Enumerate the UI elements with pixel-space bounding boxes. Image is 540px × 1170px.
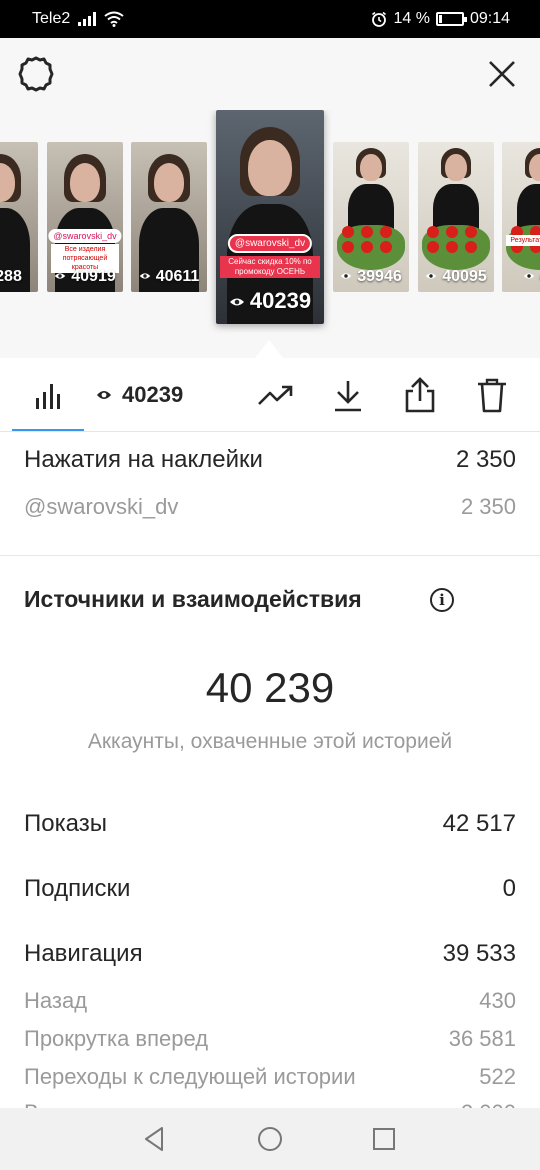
navigation-item-value: 430: [479, 988, 516, 1013]
story-view-count: 40095: [418, 268, 494, 286]
active-tab-indicator: [12, 429, 84, 431]
navigation-item-row: Прокрутка вперед 36 581: [24, 1026, 516, 1052]
views-count: 40239: [122, 382, 184, 407]
story-view-count: 40: [502, 268, 540, 286]
signal-icon: [78, 12, 97, 26]
circle-home-icon: [258, 1127, 282, 1151]
story-thumbnail[interactable]: Результаты целую 40: [502, 142, 540, 292]
back-button[interactable]: [134, 1122, 174, 1156]
follows-value: 0: [502, 875, 516, 902]
battery-percent: 14 %: [393, 10, 430, 27]
impressions-row: Показы 42 517: [24, 810, 516, 838]
status-bar: Tele2 14 % 09:14: [0, 0, 540, 38]
tab-views[interactable]: 40239: [96, 382, 183, 408]
reach-value: 40 239: [205, 664, 335, 711]
story-view-count: 39946: [333, 268, 409, 286]
story-thumbnail[interactable]: @swarovski_dv Все изделия потрясающей кра…: [47, 142, 123, 292]
battery-icon: [435, 12, 467, 26]
tab-bar: 40239: [0, 358, 540, 432]
story-thumbnail[interactable]: 40611: [131, 142, 207, 292]
close-button[interactable]: [482, 54, 522, 94]
close-icon: [489, 61, 515, 87]
navigation-item-row: Назад 430: [24, 988, 516, 1014]
story-view-count: 288: [0, 268, 38, 286]
section-title-sources: Источники и взаимодействия: [24, 586, 362, 612]
share-button[interactable]: [398, 372, 442, 418]
bar-chart-icon: [36, 384, 60, 409]
story-view-count-value: 40919: [71, 268, 116, 285]
square-recents-icon: [373, 1128, 395, 1150]
story-view-count: 40611: [131, 268, 207, 286]
sticker-taps-label: Нажатия на наклейки: [24, 446, 263, 473]
story-thumbnail[interactable]: 39946: [333, 142, 409, 292]
section-divider: [0, 555, 540, 556]
navigation-label: Навигация: [24, 940, 143, 967]
story-view-count: 40239: [216, 288, 324, 314]
follows-row: Подписки 0: [24, 875, 516, 903]
follows-label: Подписки: [24, 875, 131, 902]
story-strip[interactable]: 288 @swarovski_dvВсе изделия потрясающей …: [0, 110, 540, 358]
sticker-taps-row: Нажатия на наклейки 2 350: [24, 446, 516, 474]
story-view-count-value: 40611: [155, 268, 200, 285]
sticker-item-label: @swarovski_dv: [24, 494, 179, 519]
navigation-row: Навигация 39 533: [24, 940, 516, 968]
sticker-taps-value: 2 350: [455, 446, 516, 473]
wifi-icon: [104, 11, 124, 27]
impressions-label: Показы: [24, 810, 107, 837]
story-view-count: 40919: [47, 268, 123, 286]
tab-insights[interactable]: [26, 376, 70, 416]
settings-button[interactable]: [14, 52, 58, 96]
story-view-count-value: 40095: [442, 268, 487, 285]
story-view-count-value: 40239: [249, 288, 312, 313]
sticker-item-row[interactable]: @swarovski_dv 2 350: [24, 494, 516, 520]
clock: 09:14: [469, 10, 510, 27]
carrier-name: Tele2: [32, 10, 71, 27]
story-text-caption: Результаты целую: [506, 235, 540, 246]
navigation-value: 39 533: [442, 940, 516, 967]
story-view-count-value: 39946: [357, 268, 402, 285]
eye-icon: [139, 273, 150, 279]
triangle-back-icon: [145, 1127, 163, 1151]
delete-button[interactable]: [470, 372, 514, 418]
alarm-icon: [372, 11, 387, 27]
system-nav-bar: [0, 1108, 540, 1170]
eye-icon: [229, 298, 244, 306]
trending-up-icon: [258, 385, 293, 405]
story-thumbnail-selected[interactable]: @swarovski_dv Сейчас скидка 10% по промок…: [216, 110, 324, 324]
story-thumbnail[interactable]: 288: [0, 142, 38, 292]
top-bar: [0, 38, 540, 110]
navigation-item-label: Переходы к следующей истории: [24, 1064, 356, 1089]
eye-icon: [523, 273, 534, 279]
mention-sticker: @swarovski_dv: [48, 229, 122, 243]
eye-icon: [426, 273, 437, 279]
navigation-item-label: Назад: [24, 988, 88, 1013]
info-icon[interactable]: i: [430, 588, 454, 612]
download-icon: [335, 381, 361, 412]
story-thumbnail[interactable]: 40095: [418, 142, 494, 292]
selection-pointer: [255, 340, 283, 358]
download-button[interactable]: [326, 374, 370, 418]
share-icon: [405, 377, 435, 413]
impressions-value: 42 517: [442, 810, 516, 837]
navigation-item-label: Прокрутка вперед: [24, 1026, 209, 1051]
promote-button[interactable]: [254, 376, 298, 416]
eye-icon: [341, 273, 352, 279]
reach-label: Аккаунты, охваченные этой историей: [87, 730, 453, 753]
navigation-item-row: Переходы к следующей истории 522: [24, 1064, 516, 1090]
story-view-count-value: 288: [0, 268, 22, 285]
gear-icon: [18, 56, 54, 92]
eye-icon: [55, 273, 66, 279]
trash-icon: [478, 378, 506, 413]
navigation-item-value: 36 581: [448, 1026, 516, 1051]
mention-sticker: @swarovski_dv: [227, 234, 313, 254]
story-text-caption: Сейчас скидка 10% по промокоду ОСЕНЬ: [220, 255, 320, 278]
home-button[interactable]: [250, 1120, 290, 1158]
recents-button[interactable]: [364, 1122, 404, 1156]
navigation-item-value: 522: [479, 1064, 516, 1089]
eye-icon: [97, 391, 111, 399]
sticker-item-value: 2 350: [460, 494, 516, 519]
